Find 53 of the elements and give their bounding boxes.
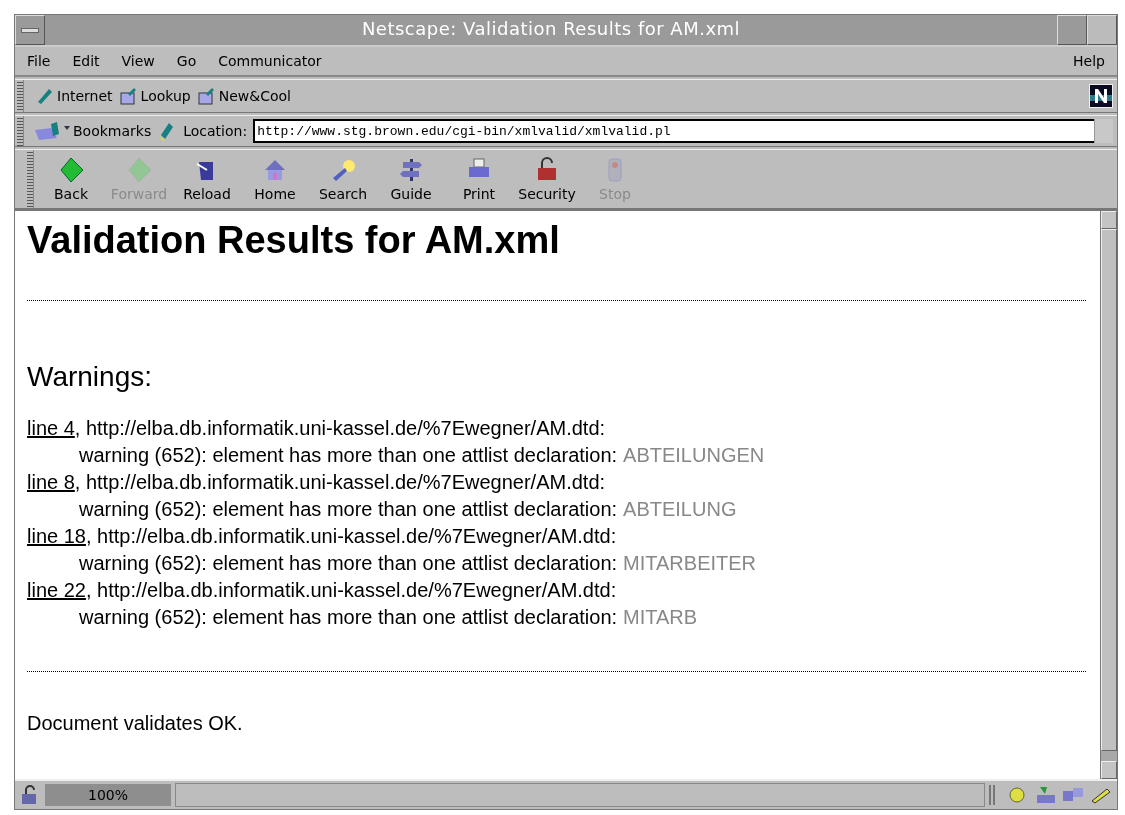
result-text: Document validates OK. (27, 712, 244, 735)
element-name: ABTEILUNG (623, 498, 737, 520)
menu-item[interactable]: Go (176, 53, 197, 69)
window-title: Netscape: Validation Results for AM.xml (360, 17, 742, 41)
dtd-source: , http://elba.db.informatik.uni-kassel.de/%7Ewegner/AM.dtd: (74, 417, 606, 439)
location-label: Location: (183, 123, 248, 139)
element-name: MITARB (623, 606, 698, 628)
warning-message: warning (652): element has more than one attlist declaration: (79, 444, 618, 466)
toolbar-button[interactable]: Guide (377, 156, 445, 202)
element-name: MITARBEITER (623, 552, 757, 574)
line-link[interactable]: line 18 (27, 525, 86, 547)
line-link[interactable]: line 22 (27, 579, 86, 601)
toolbar-grip[interactable] (27, 150, 34, 208)
folder-icon (196, 86, 217, 106)
line-link[interactable]: line 8 (27, 471, 75, 493)
toolbar-button[interactable]: Search (309, 156, 377, 202)
scroll-up-button[interactable] (1101, 211, 1117, 229)
menu-item[interactable]: Communicator (218, 53, 322, 69)
page-heading: Validation Results for AM.xml (27, 219, 561, 262)
dtd-source: , http://elba.db.informatik.uni-kassel.de/%7Ewegner/AM.dtd: (74, 471, 606, 493)
scroll-down-button[interactable] (1101, 761, 1117, 779)
menu-item[interactable]: View (121, 53, 155, 69)
bookmarks-button[interactable]: Bookmarks (33, 120, 152, 142)
toolbar-grip[interactable] (17, 80, 24, 112)
menu-item[interactable]: Help (1073, 53, 1105, 69)
location-field[interactable]: http://www.stg.brown.edu/cgi-bin/xmlvalid/xmlvalid.pl (253, 119, 1094, 143)
bookmark-button[interactable]: New&Cool (196, 86, 291, 106)
window-menu-button[interactable] (15, 15, 45, 45)
line-link[interactable]: line 4 (27, 417, 75, 439)
warning-message: warning (652): element has more than one attlist declaration: (79, 606, 618, 628)
element-name: ABTEILUNGEN (623, 444, 765, 466)
toolbar-grip[interactable] (17, 116, 24, 146)
minimize-button[interactable] (1057, 15, 1087, 45)
progress-text: 100% (45, 784, 171, 806)
section-heading: Warnings: (27, 361, 153, 393)
warning-message: warning (652): element has more than one attlist declaration: (79, 552, 618, 574)
warning-message: warning (652): element has more than one attlist declaration: (79, 498, 618, 520)
toolbar-button[interactable]: Print (445, 156, 513, 202)
bookmark-folder-icon (33, 120, 71, 142)
bookmark-button[interactable]: Internet (35, 86, 113, 106)
toolbar-button[interactable]: Security (513, 156, 581, 202)
bookmark-button[interactable]: Lookup (118, 86, 191, 106)
pen-icon (35, 86, 55, 106)
dtd-source: , http://elba.db.informatik.uni-kassel.de/%7Ewegner/AM.dtd: (85, 579, 617, 601)
toolbar-button[interactable]: Back (37, 156, 105, 202)
maximize-button[interactable] (1087, 15, 1117, 45)
netscape-logo-icon (1089, 84, 1113, 108)
toolbar-button[interactable]: Home (241, 156, 309, 202)
folder-icon (118, 86, 139, 106)
menu-item[interactable]: File (27, 53, 51, 69)
toolbar-button[interactable]: Reload (173, 156, 241, 202)
menu-item[interactable]: Edit (72, 53, 100, 69)
dtd-source: , http://elba.db.informatik.uni-kassel.de/%7Ewegner/AM.dtd: (85, 525, 617, 547)
